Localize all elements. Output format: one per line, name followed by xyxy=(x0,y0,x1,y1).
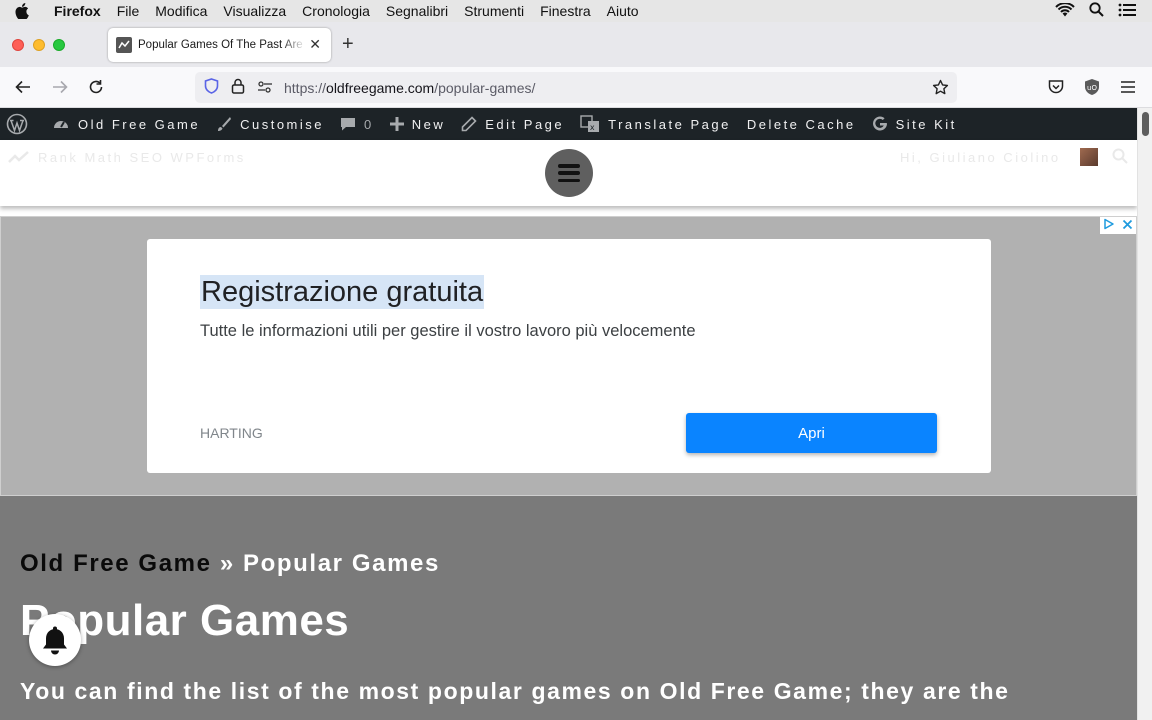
site-name-label: Old Free Game xyxy=(78,116,201,132)
address-bar[interactable]: https://oldfreegame.com/popular-games/ xyxy=(195,72,957,103)
bookmark-star-icon[interactable] xyxy=(932,79,949,99)
edit-page-button[interactable]: Edit Page xyxy=(453,108,572,140)
back-arrow-icon[interactable] xyxy=(14,78,32,96)
google-g-icon xyxy=(872,116,887,131)
ad-choices[interactable] xyxy=(1100,217,1136,234)
scrollbar-thumb[interactable] xyxy=(1142,112,1149,136)
url-text: https://oldfreegame.com/popular-games/ xyxy=(284,80,535,96)
menu-modifica[interactable]: Modifica xyxy=(147,0,215,22)
site-name-button[interactable]: Old Free Game xyxy=(44,108,208,140)
navigation-toolbar: https://oldfreegame.com/popular-games/ u… xyxy=(0,67,1152,108)
tab-title: Popular Games Of The Past Are xyxy=(138,39,303,51)
breadcrumb-home-link[interactable]: Old Free Game xyxy=(20,550,212,577)
url-path: /popular-games/ xyxy=(434,79,536,96)
svg-text:x: x xyxy=(590,123,597,132)
lock-icon[interactable] xyxy=(231,78,245,97)
user-greeting[interactable]: Hi, Giuliano Ciolino xyxy=(900,150,1061,165)
menu-file[interactable]: File xyxy=(109,0,148,22)
site-header: Rank Math SEO WPForms Hi, Giuliano Cioli… xyxy=(0,140,1137,206)
menu-strumenti[interactable]: Strumenti xyxy=(456,0,532,22)
ad-open-button[interactable]: Apri xyxy=(686,413,937,453)
control-center-icon[interactable] xyxy=(1118,3,1136,20)
hamburger-menu-icon[interactable] xyxy=(1119,78,1137,96)
ad-description: Tutte le informazioni utili per gestire … xyxy=(200,322,696,340)
hamburger-icon xyxy=(558,164,580,182)
apple-logo-icon[interactable] xyxy=(0,3,44,19)
mac-menu-bar: Firefox File Modifica Visualizza Cronolo… xyxy=(0,0,1152,22)
forward-arrow-icon[interactable] xyxy=(51,78,69,96)
breadcrumb: Old Free Game » Popular Games xyxy=(20,550,440,578)
delete-cache-label: Delete Cache xyxy=(746,116,856,132)
new-label: New xyxy=(411,116,446,132)
customise-button[interactable]: Customise xyxy=(208,108,332,140)
window-zoom-button[interactable] xyxy=(53,39,65,51)
translate-page-label: Translate Page xyxy=(608,116,731,132)
secondary-admin-links[interactable]: Rank Math SEO WPForms xyxy=(38,150,246,165)
menu-cronologia[interactable]: Cronologia xyxy=(294,0,378,22)
site-kit-button[interactable]: Site Kit xyxy=(864,108,965,140)
notification-bell-button[interactable] xyxy=(29,614,81,666)
paintbrush-icon xyxy=(218,117,232,131)
comment-bubble-icon xyxy=(341,118,356,131)
dashboard-gauge-icon xyxy=(54,121,68,128)
new-content-button[interactable]: New xyxy=(382,108,454,140)
tab-active[interactable]: Popular Games Of The Past Are ✕ xyxy=(108,28,331,62)
search-icon[interactable] xyxy=(1112,148,1128,167)
ad-choices-icon[interactable] xyxy=(1103,217,1115,235)
ad-title[interactable]: Registrazione gratuita xyxy=(200,275,485,309)
ublock-origin-icon[interactable]: uO xyxy=(1083,78,1101,96)
ad-brand: HARTING xyxy=(200,425,263,441)
reload-icon[interactable] xyxy=(87,78,105,96)
wifi-icon[interactable] xyxy=(1055,1,1075,20)
breadcrumb-current: Popular Games xyxy=(243,550,440,577)
pocket-icon[interactable] xyxy=(1047,78,1065,96)
plus-icon xyxy=(389,117,404,131)
menu-app-firefox[interactable]: Firefox xyxy=(44,0,109,22)
site-favicon-icon xyxy=(116,37,132,53)
menu-aiuto[interactable]: Aiuto xyxy=(599,0,647,22)
window-close-button[interactable] xyxy=(12,39,24,51)
url-host: oldfreegame.com xyxy=(326,79,435,96)
menu-finestra[interactable]: Finestra xyxy=(532,0,599,22)
ad-card[interactable]: Registrazione gratuita Tutte le informaz… xyxy=(147,239,991,473)
avatar[interactable] xyxy=(1080,148,1098,166)
url-protocol: https:// xyxy=(284,79,327,96)
wp-admin-bar: Old Free Game Customise 0 New Edit Page … xyxy=(0,108,1137,140)
breadcrumb-separator: » xyxy=(219,550,235,577)
delete-cache-button[interactable]: Delete Cache xyxy=(739,108,864,140)
svg-text:uO: uO xyxy=(1087,84,1097,92)
translate-page-button[interactable]: x Translate Page xyxy=(572,108,739,140)
tab-close-icon[interactable]: ✕ xyxy=(309,36,321,53)
menu-toggle-button[interactable] xyxy=(545,149,593,197)
wordpress-logo-icon xyxy=(6,113,28,135)
permissions-icon[interactable] xyxy=(257,80,273,96)
translate-icon: x xyxy=(580,115,600,132)
page-content: Old Free Game » Popular Games Popular Ga… xyxy=(0,496,1137,720)
menu-visualizza[interactable]: Visualizza xyxy=(215,0,294,22)
pencil-icon xyxy=(461,116,477,132)
site-kit-label: Site Kit xyxy=(895,116,957,132)
tracking-protection-shield-icon[interactable] xyxy=(204,78,219,97)
tab-strip: Popular Games Of The Past Are ✕ + xyxy=(0,22,1152,67)
edit-page-label: Edit Page xyxy=(485,116,565,132)
comments-button[interactable]: 0 xyxy=(332,108,382,140)
wordpress-logo-button[interactable] xyxy=(0,108,44,140)
ad-close-icon[interactable] xyxy=(1122,217,1133,235)
page-scrollbar[interactable] xyxy=(1137,108,1152,720)
intro-paragraph: You can find the list of the most popula… xyxy=(20,678,1010,704)
new-tab-button[interactable]: + xyxy=(342,34,354,54)
bell-icon xyxy=(43,626,67,655)
comments-count: 0 xyxy=(364,116,374,132)
spotlight-search-icon[interactable] xyxy=(1089,2,1104,20)
rank-math-icon[interactable] xyxy=(8,150,30,167)
customise-label: Customise xyxy=(240,116,325,132)
menu-segnalibri[interactable]: Segnalibri xyxy=(378,0,456,22)
ad-banner: Registrazione gratuita Tutte le informaz… xyxy=(0,216,1137,496)
window-minimize-button[interactable] xyxy=(33,39,45,51)
